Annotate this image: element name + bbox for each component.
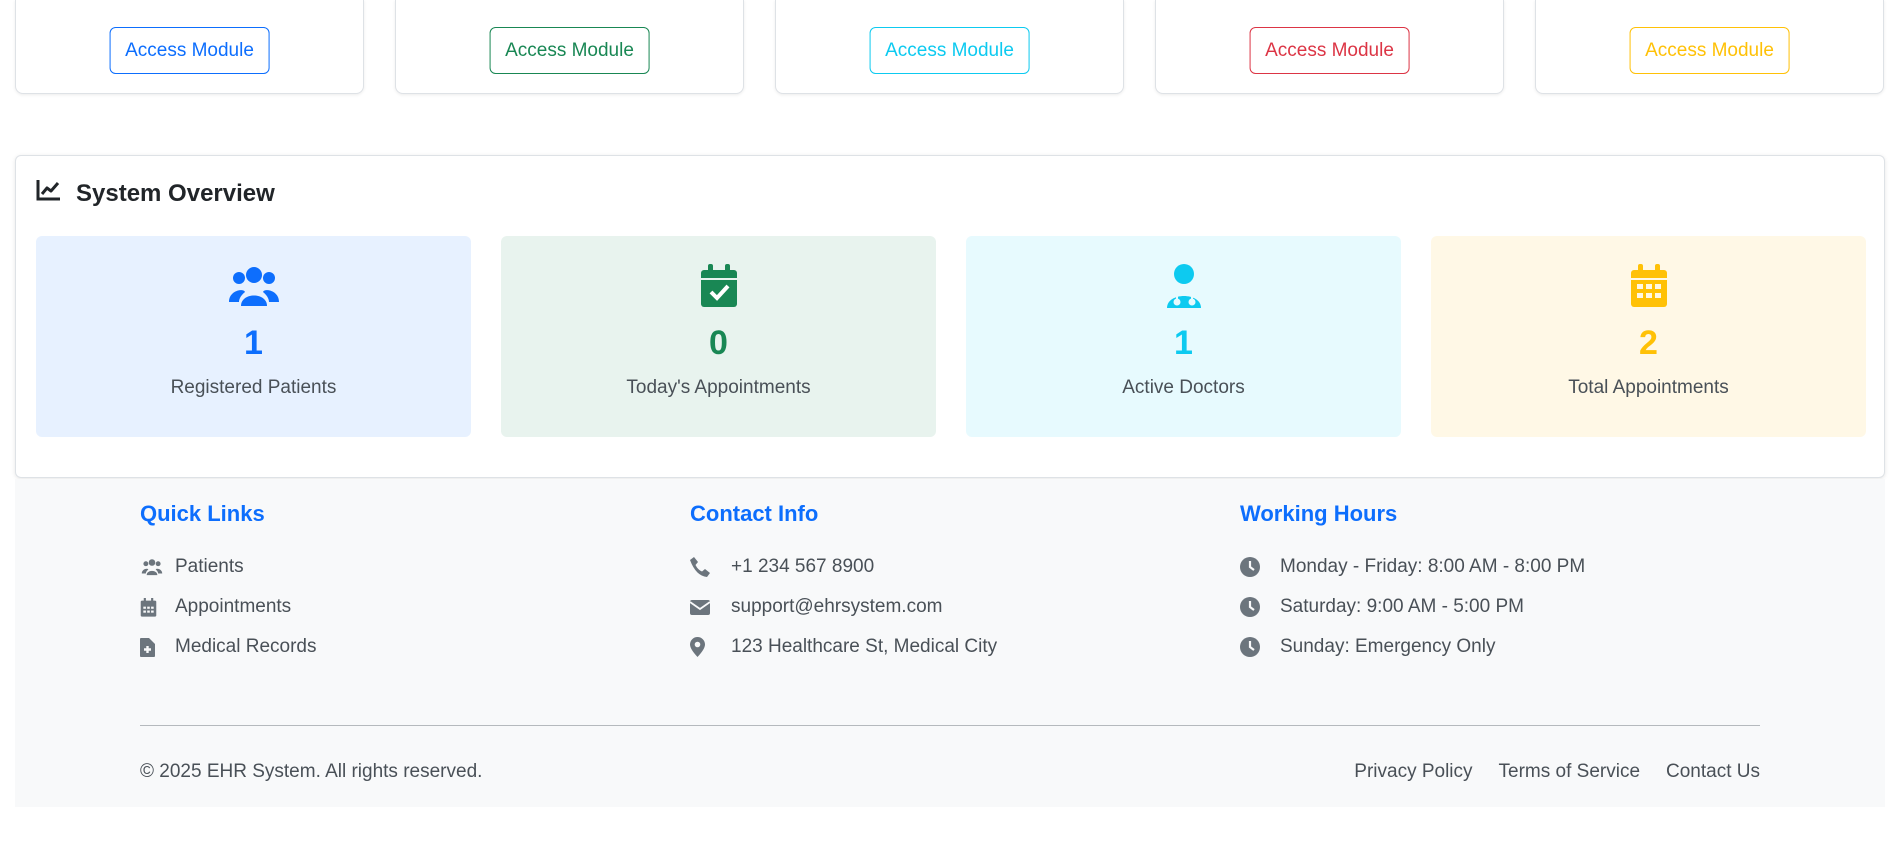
clock-icon — [1240, 597, 1280, 617]
stat-value: 1 — [1174, 324, 1193, 362]
calendar-check-icon — [501, 264, 936, 308]
contact-email-text: support@ehrsystem.com — [731, 596, 943, 617]
module-card: Access Module — [395, 0, 744, 94]
hours-text: Monday - Friday: 8:00 AM - 8:00 PM — [1280, 556, 1586, 577]
access-module-button[interactable]: Access Module — [869, 27, 1030, 74]
privacy-policy-link[interactable]: Privacy Policy — [1354, 761, 1472, 783]
contact-us-link[interactable]: Contact Us — [1666, 761, 1760, 783]
stat-value: 2 — [1639, 324, 1658, 362]
hours-weekdays: Monday - Friday: 8:00 AM - 8:00 PM — [1240, 547, 1585, 587]
stat-label: Total Appointments — [1568, 377, 1729, 398]
module-card: Access Module — [775, 0, 1124, 94]
hours-text: Saturday: 9:00 AM - 5:00 PM — [1280, 596, 1524, 617]
hours-saturday: Saturday: 9:00 AM - 5:00 PM — [1240, 587, 1585, 627]
working-hours-title: Working Hours — [1240, 501, 1398, 526]
footer-link-medical-records[interactable]: Medical Records — [140, 627, 317, 667]
overview-header: System Overview — [36, 178, 275, 209]
stat-active-doctors: 1 Active Doctors — [966, 236, 1401, 437]
calendar-icon — [140, 597, 175, 617]
stat-label: Today's Appointments — [626, 377, 811, 398]
footer-link-label: Medical Records — [175, 636, 317, 657]
footer-link-label: Appointments — [175, 596, 292, 617]
stat-registered-patients: 1 Registered Patients — [36, 236, 471, 437]
modules-row: Access Module Access Module Access Modul… — [15, 0, 1885, 94]
stat-todays-appointments: 0 Today's Appointments — [501, 236, 936, 437]
footer-link-appointments[interactable]: Appointments — [140, 587, 317, 627]
stat-total-appointments: 2 Total Appointments — [1431, 236, 1866, 437]
access-module-button[interactable]: Access Module — [109, 27, 270, 74]
footer: Quick Links Patients Appointments Medica… — [15, 479, 1885, 807]
calendar-icon — [1431, 264, 1866, 308]
envelope-icon — [690, 599, 731, 615]
stats-row: 1 Registered Patients 0 Today's Appointm… — [36, 236, 1866, 437]
chart-line-icon — [36, 178, 62, 209]
contact-phone-text: +1 234 567 8900 — [731, 556, 875, 577]
contact-address: 123 Healthcare St, Medical City — [690, 627, 997, 667]
contact-info-title: Contact Info — [690, 501, 819, 526]
doctor-icon — [966, 264, 1401, 308]
module-card: Access Module — [15, 0, 364, 94]
stat-label: Registered Patients — [170, 377, 337, 398]
footer-divider — [140, 725, 1760, 726]
footer-link-label: Patients — [175, 556, 244, 577]
access-module-button[interactable]: Access Module — [489, 27, 650, 74]
stat-label: Active Doctors — [1122, 377, 1245, 398]
clock-icon — [1240, 637, 1280, 657]
module-card: Access Module — [1155, 0, 1504, 94]
users-icon — [36, 264, 471, 308]
contact-address-text: 123 Healthcare St, Medical City — [731, 636, 998, 657]
access-module-button[interactable]: Access Module — [1629, 27, 1790, 74]
footer-legal-links: Privacy Policy Terms of Service Contact … — [1354, 761, 1760, 783]
footer-quick-links: Quick Links Patients Appointments Medica… — [140, 501, 317, 667]
clock-icon — [1240, 557, 1280, 577]
terms-of-service-link[interactable]: Terms of Service — [1499, 761, 1640, 783]
map-marker-icon — [690, 637, 731, 657]
contact-phone: +1 234 567 8900 — [690, 547, 997, 587]
system-overview-card: System Overview 1 Registered Patients 0 … — [15, 155, 1885, 478]
contact-email: support@ehrsystem.com — [690, 587, 997, 627]
stat-value: 1 — [244, 324, 263, 362]
overview-title: System Overview — [76, 179, 275, 207]
quick-links-title: Quick Links — [140, 501, 265, 526]
hours-sunday: Sunday: Emergency Only — [1240, 627, 1585, 667]
access-module-button[interactable]: Access Module — [1249, 27, 1410, 74]
stat-value: 0 — [709, 324, 728, 362]
users-icon — [140, 558, 175, 576]
copyright-text: © 2025 EHR System. All rights reserved. — [140, 761, 483, 782]
hours-text: Sunday: Emergency Only — [1280, 636, 1496, 657]
footer-contact-info: Contact Info +1 234 567 8900 support@ehr… — [690, 501, 997, 667]
file-medical-icon — [140, 637, 175, 657]
footer-working-hours: Working Hours Monday - Friday: 8:00 AM -… — [1240, 501, 1585, 667]
module-card: Access Module — [1535, 0, 1884, 94]
phone-icon — [690, 557, 731, 577]
footer-link-patients[interactable]: Patients — [140, 547, 317, 587]
